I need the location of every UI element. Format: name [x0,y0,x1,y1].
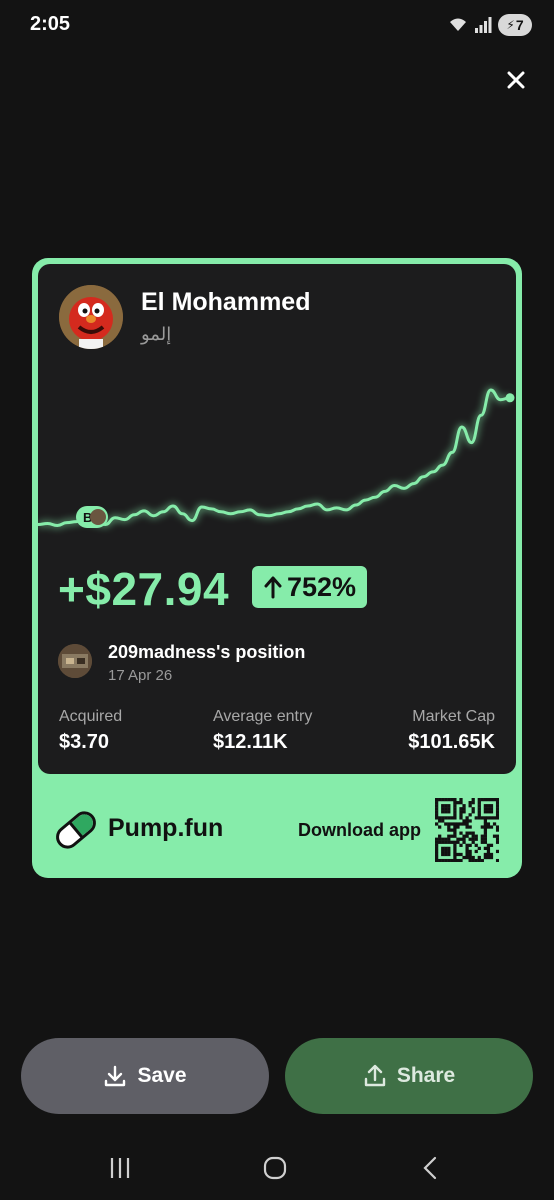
stat-label-average-entry: Average entry [213,708,313,725]
status-bar: 2:05 ⚡ 7 [0,0,554,52]
token-name: El Mohammed [141,288,311,316]
pnl-percent-badge: 752% [252,566,368,608]
share-label: Share [396,1064,456,1087]
token-avatar [59,285,123,349]
stat-value-market-cap: $101.65K [408,731,495,753]
chart-endpoint-dot [505,393,515,403]
system-nav-bar [0,1140,554,1200]
token-symbol: إلمو [141,324,172,344]
trader-date: 17 Apr 26 [108,667,173,684]
signal-icon [475,17,492,33]
stat-value-average-entry: $12.11K [213,731,288,753]
home-icon[interactable] [263,1156,287,1180]
stat-label-market-cap: Market Cap [412,708,495,725]
arrow-up-icon [264,576,282,599]
pnl-percent: 752% [287,571,357,602]
price-chart: B [38,388,515,528]
status-time: 2:05 [30,13,71,35]
save-button[interactable]: Save [21,1038,269,1114]
qr-code-icon[interactable] [435,798,499,862]
entry-marker: B [76,506,108,528]
share-icon [364,1064,386,1087]
download-icon [105,1065,126,1087]
download-app-label: Download app [298,820,421,840]
battery-indicator: ⚡ 7 [498,14,532,36]
close-button[interactable] [500,64,532,96]
pnl-card: El Mohammed إلمو B +$27.94 752% 209madne… [32,258,522,878]
status-icons: ⚡ 7 [448,14,532,36]
battery-level: 7 [515,17,524,33]
entry-trader-avatar [90,509,106,525]
brand-name: Pump.fun [108,814,224,842]
trader-avatar [58,644,92,678]
pnl-value: +$27.94 [58,563,230,615]
close-icon [507,71,525,89]
stat-value-acquired: $3.70 [59,731,110,753]
pill-logo-icon [56,811,96,849]
chart-series-line [38,388,511,527]
back-icon[interactable] [420,1156,444,1180]
share-button[interactable]: Share [285,1038,533,1114]
wifi-icon [450,18,466,31]
charging-icon: ⚡ [506,18,515,32]
trader-position: 209madness's position [108,642,306,662]
save-label: Save [137,1064,187,1087]
stat-label-acquired: Acquired [59,708,123,725]
recent-apps-icon[interactable] [108,1156,132,1180]
pnl-card-body: El Mohammed إلمو B +$27.94 752% 209madne… [38,264,516,774]
